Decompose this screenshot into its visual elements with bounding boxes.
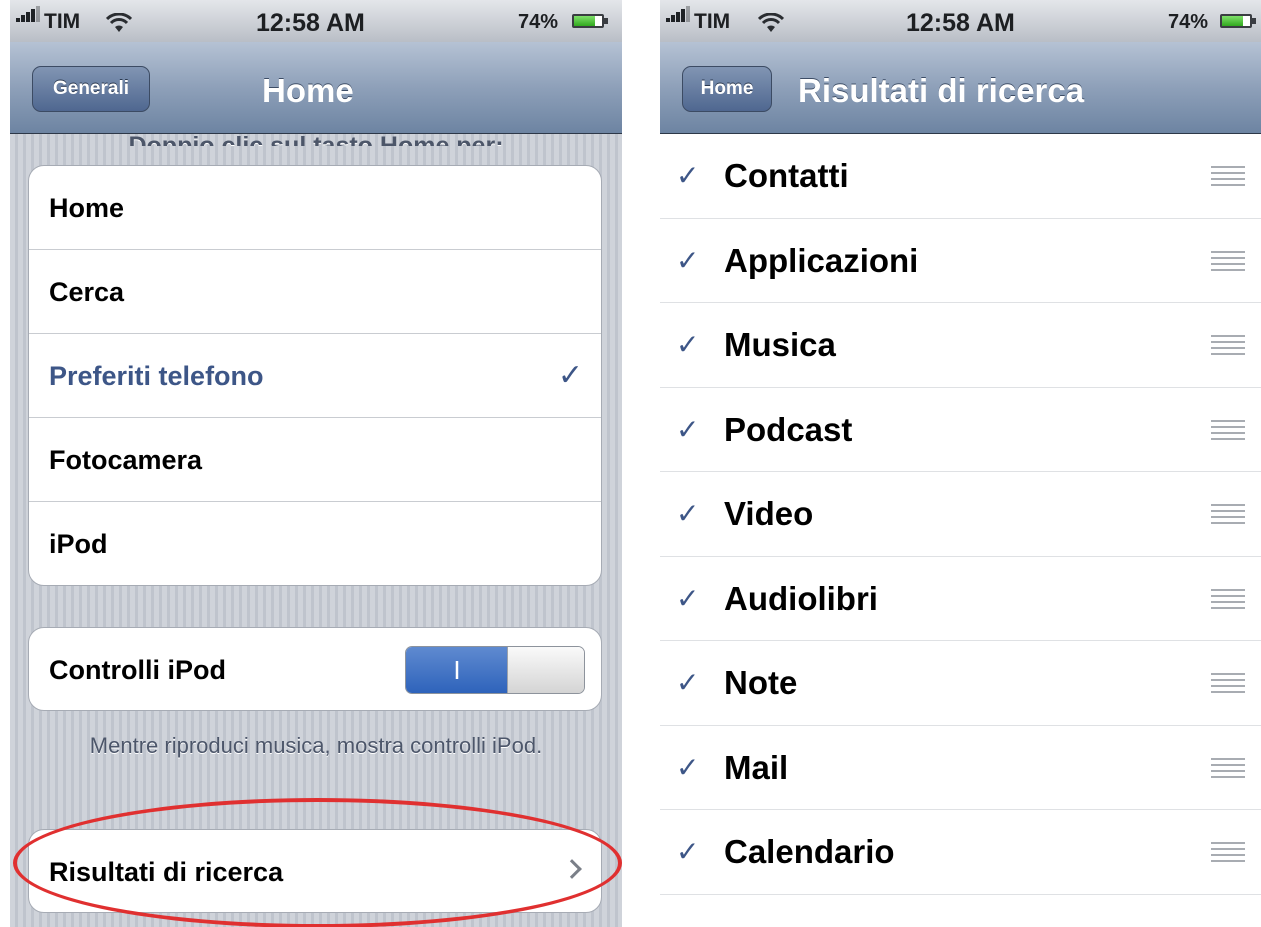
reorder-grip-icon[interactable]	[1211, 166, 1245, 188]
search-result-label: Mail	[724, 748, 789, 786]
search-result-row[interactable]: ✓ Mail	[660, 726, 1261, 810]
status-bar: TIM 12:58 AM 74%	[660, 0, 1261, 42]
battery-icon	[572, 14, 608, 28]
search-result-label: Audiolibri	[724, 579, 878, 617]
back-button-generali[interactable]: Generali	[32, 66, 150, 112]
ipod-controls-toggle[interactable]: I	[405, 646, 585, 694]
reorder-grip-icon[interactable]	[1211, 673, 1245, 695]
checkmark-icon: ✓	[676, 498, 700, 529]
reorder-grip-icon[interactable]	[1211, 757, 1245, 780]
toggle-knob	[507, 647, 584, 693]
option-fotocamera[interactable]: Fotocamera	[29, 418, 601, 502]
wifi-icon	[758, 13, 784, 32]
ipod-controls-group: Controlli iPod I	[28, 627, 602, 711]
reorder-grip-icon[interactable]	[1211, 588, 1245, 611]
checkmark-icon: ✓	[676, 836, 700, 867]
navigation-bar: Generali Home	[10, 42, 622, 134]
reorder-grip-icon[interactable]	[1211, 335, 1245, 357]
highlight-callout	[13, 798, 622, 927]
checkmark-icon: ✓	[676, 160, 700, 191]
reorder-grip-icon[interactable]	[1211, 419, 1245, 442]
search-result-label: Podcast	[724, 410, 853, 448]
checkmark-icon: ✓	[676, 751, 700, 783]
page-title: Home	[262, 72, 354, 109]
checkmark-icon: ✓	[676, 329, 700, 360]
back-button-home[interactable]: Home	[682, 66, 772, 112]
status-bar: TIM 12:58 AM 74%	[10, 0, 622, 42]
search-result-label: Video	[724, 495, 814, 532]
reorder-grip-icon[interactable]	[1211, 504, 1245, 526]
option-preferiti-telefono[interactable]: Preferiti telefono ✓	[29, 334, 601, 418]
search-result-label: Applicazioni	[724, 241, 919, 279]
search-result-label: Musica	[724, 326, 836, 363]
option-label: Cerca	[49, 277, 125, 307]
search-result-label: Note	[724, 664, 798, 701]
checkmark-icon: ✓	[676, 244, 700, 276]
ipod-controls-footer: Mentre riproduci musica, mostra controll…	[89, 733, 543, 758]
toggle-on-indicator: I	[406, 647, 508, 693]
home-double-click-options: Home Cerca Preferiti telefono ✓ Fotocame…	[28, 165, 602, 586]
battery-percent: 74%	[518, 11, 559, 33]
search-result-row[interactable]: ✓ Calendario	[660, 810, 1261, 895]
option-cerca[interactable]: Cerca	[29, 250, 601, 334]
battery-percent: 74%	[1168, 11, 1209, 33]
search-results-list: ✓ Contatti ✓ Applicazioni ✓ Musica ✓ Podcast ✓ Vi…	[660, 134, 1261, 895]
search-result-row[interactable]: ✓ Video	[660, 472, 1261, 557]
search-result-label: Contatti	[724, 157, 849, 194]
page-title: Risultati di ricerca	[798, 72, 1085, 109]
option-home[interactable]: Home	[29, 166, 601, 250]
search-result-label: Calendario	[724, 833, 895, 870]
option-label: Fotocamera	[49, 445, 203, 475]
navigation-bar: Home Risultati di ricerca	[660, 42, 1261, 134]
reorder-grip-icon[interactable]	[1211, 250, 1245, 273]
ipod-controls-cell: Controlli iPod I	[29, 628, 601, 710]
search-result-row[interactable]: ✓ Musica	[660, 303, 1261, 388]
checkmark-icon: ✓	[676, 667, 700, 698]
reorder-grip-icon[interactable]	[1211, 842, 1245, 864]
clock: 12:58 AM	[906, 9, 1015, 37]
option-label: Preferiti telefono	[49, 361, 264, 391]
option-label: Home	[49, 193, 125, 223]
battery-icon	[1220, 14, 1256, 28]
search-result-row[interactable]: ✓ Contatti	[660, 134, 1261, 219]
right-screen: TIM 12:58 AM 74% Home Risultati di ricer…	[660, 0, 1261, 927]
checkmark-icon: ✓	[676, 582, 700, 614]
search-result-row[interactable]: ✓ Note	[660, 641, 1261, 726]
search-result-row[interactable]: ✓ Audiolibri	[660, 557, 1261, 641]
carrier-name: TIM	[44, 10, 81, 33]
option-ipod[interactable]: iPod	[29, 502, 601, 585]
section-header: Doppio clic sul tasto Home per:	[128, 132, 504, 146]
checkmark-icon: ✓	[676, 413, 700, 445]
option-label: iPod	[49, 529, 108, 559]
carrier-name: TIM	[694, 10, 731, 33]
left-screen: TIM 12:58 AM 74% Generali Home Doppio cl…	[10, 0, 622, 927]
checkmark-icon: ✓	[557, 359, 583, 392]
ipod-controls-label: Controlli iPod	[49, 655, 226, 685]
wifi-icon	[106, 13, 132, 32]
search-result-row[interactable]: ✓ Applicazioni	[660, 219, 1261, 303]
clock: 12:58 AM	[256, 9, 365, 37]
search-result-row[interactable]: ✓ Podcast	[660, 388, 1261, 472]
